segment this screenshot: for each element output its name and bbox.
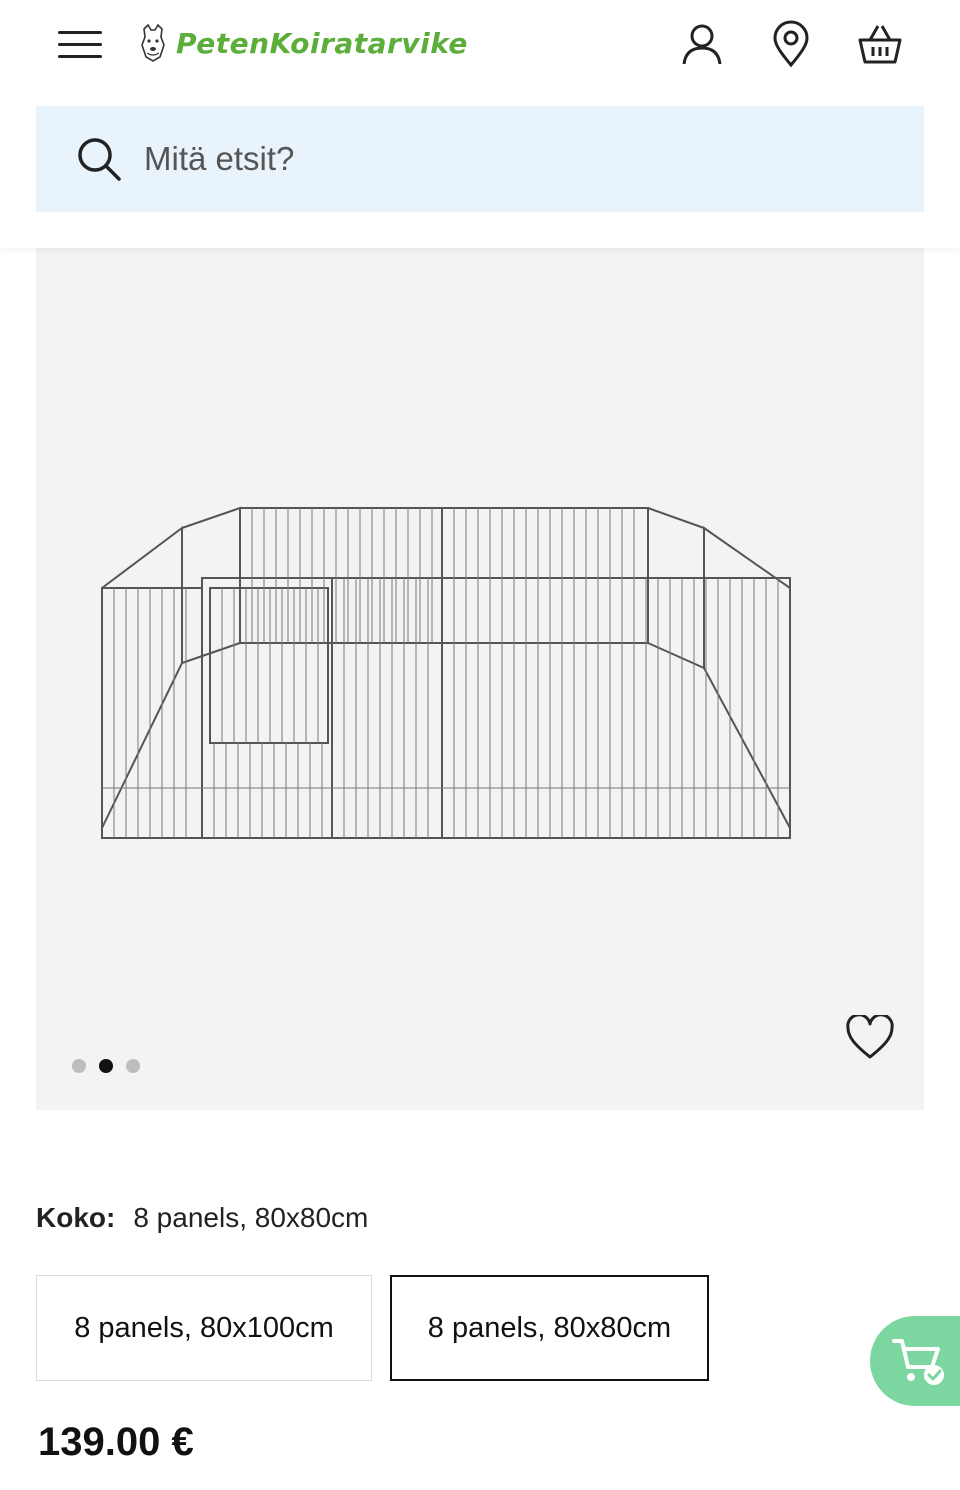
variant-option-80x100[interactable]: 8 panels, 80x100cm [36,1275,372,1381]
favorite-heart-icon[interactable] [842,1012,898,1064]
search-icon [78,138,121,181]
product-image-gallery[interactable] [36,248,924,1110]
site-header: PetenKoiratarvike [0,0,960,248]
brand-logo[interactable]: PetenKoiratarvike [138,20,468,66]
size-selector-label: Koko: 8 panels, 80x80cm [36,1202,368,1234]
variant-option-80x80-selected[interactable]: 8 panels, 80x80cm [390,1275,709,1381]
size-label: Koko: [36,1202,116,1233]
brand-name: PetenKoiratarvike [176,26,468,60]
dog-logo-icon [141,23,165,62]
gallery-dot[interactable] [126,1059,140,1073]
basket-icon[interactable] [854,18,906,70]
gallery-dot[interactable] [72,1059,86,1073]
gallery-pagination [72,1059,140,1073]
product-image [101,506,791,839]
search-input[interactable] [144,140,844,178]
product-price: 139.00 € [38,1420,194,1464]
hamburger-menu-icon[interactable] [52,20,108,68]
gallery-dot-active[interactable] [99,1059,113,1073]
location-pin-icon[interactable] [765,18,817,70]
user-icon[interactable] [676,18,728,70]
floating-cart-button[interactable] [870,1316,960,1406]
selected-size-value: 8 panels, 80x80cm [133,1202,369,1233]
search-bar[interactable] [36,106,924,212]
cart-check-icon [892,1339,944,1385]
